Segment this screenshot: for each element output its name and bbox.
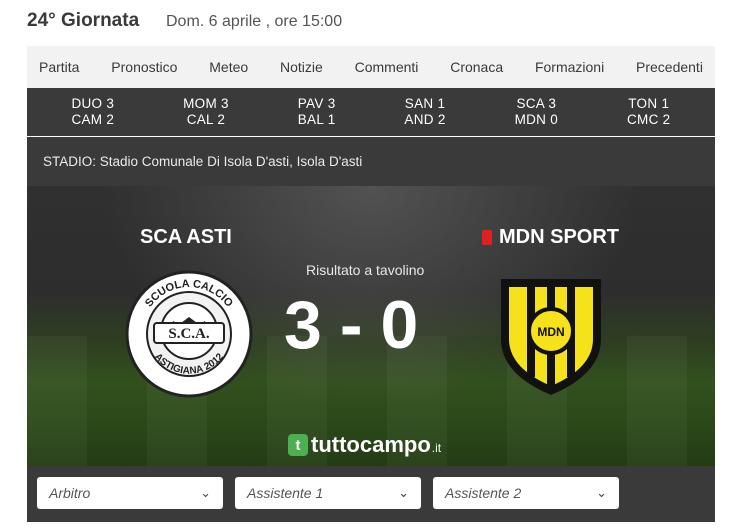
round-result-item[interactable]: MOM 3 CAL 2 — [183, 96, 229, 128]
round-result-item[interactable]: PAV 3 BAL 1 — [298, 96, 336, 128]
brand-name: tuttocampo — [311, 432, 431, 457]
assistant2-select[interactable]: Assistente 2 ⌄ — [433, 477, 619, 509]
match-header: 24° Giornata Dom. 6 aprile , ore 15:00 — [27, 8, 715, 40]
chevron-down-icon: ⌄ — [200, 485, 211, 500]
home-logo-initials: S.C.A. — [168, 326, 210, 342]
tab-formazioni[interactable]: Formazioni — [535, 59, 604, 75]
result-note: Risultato a tavolino — [306, 262, 425, 278]
chevron-down-icon: ⌄ — [398, 485, 409, 500]
result-home: SAN 1 — [404, 96, 446, 111]
scoreboard-hero: SCA ASTI MDN SPORT Risultato a tavolino … — [27, 186, 715, 466]
away-logo-text: MDN — [537, 325, 564, 339]
tab-commenti[interactable]: Commenti — [355, 59, 419, 75]
round-title: 24° Giornata — [27, 10, 140, 31]
result-away: CAM 2 — [71, 112, 115, 127]
round-result-item[interactable]: SCA 3 MDN 0 — [515, 96, 559, 128]
away-team-label: MDN SPORT — [499, 226, 619, 248]
home-team-logo[interactable]: S.C.A. SCUOLA CALCIO ASTIGIANA 2012 — [124, 269, 254, 399]
round-result-item[interactable]: SAN 1 AND 2 — [404, 96, 445, 128]
round-result-item[interactable]: TON 1 CMC 2 — [627, 96, 671, 128]
match-datetime: Dom. 6 aprile , ore 15:00 — [166, 13, 343, 30]
assistant1-select[interactable]: Assistente 1 ⌄ — [235, 477, 421, 509]
result-away: MDN 0 — [514, 112, 559, 127]
round-result-item[interactable]: DUO 3 CAM 2 — [71, 96, 114, 128]
assistant1-select-label: Assistente 1 — [247, 485, 324, 501]
result-away: CMC 2 — [626, 112, 671, 127]
result-home: SCA 3 — [516, 96, 557, 111]
result-home: PAV 3 — [297, 96, 336, 111]
tab-cronaca[interactable]: Cronaca — [450, 59, 503, 75]
result-away: BAL 1 — [297, 112, 336, 127]
home-team-name[interactable]: SCA ASTI — [140, 226, 232, 249]
result-home: DUO 3 — [71, 96, 115, 111]
score-separator: - — [339, 287, 365, 363]
officials-filters: Arbitro ⌄ Assistente 1 ⌄ Assistente 2 ⌄ — [27, 466, 715, 522]
result-away: AND 2 — [404, 112, 446, 127]
tab-meteo[interactable]: Meteo — [209, 59, 248, 75]
tab-precedenti[interactable]: Precedenti — [636, 59, 703, 75]
red-card-icon — [482, 230, 492, 245]
match-tabs: Partita Pronostico Meteo Notizie Comment… — [27, 46, 715, 88]
result-away: CAL 2 — [186, 112, 226, 127]
round-results-strip: DUO 3 CAM 2 MOM 3 CAL 2 PAV 3 BAL 1 SAN … — [27, 88, 715, 136]
referee-select-label: Arbitro — [49, 485, 91, 501]
chevron-down-icon: ⌄ — [596, 485, 607, 500]
away-team-name[interactable]: MDN SPORT — [482, 226, 619, 249]
referee-select[interactable]: Arbitro ⌄ — [37, 477, 223, 509]
stadium-info: STADIO: Stadio Comunale Di Isola D'asti,… — [43, 154, 363, 169]
final-score: 3-0 — [284, 286, 420, 364]
tab-partita[interactable]: Partita — [39, 59, 79, 75]
brand-suffix: .it — [431, 441, 442, 455]
tab-notizie[interactable]: Notizie — [280, 59, 323, 75]
tuttocampo-logo-icon: t — [288, 434, 308, 456]
away-team-logo[interactable]: MDN — [497, 269, 605, 399]
stadium-bar: STADIO: Stadio Comunale Di Isola D'asti,… — [27, 137, 715, 186]
result-home: TON 1 — [628, 96, 670, 111]
home-score: 3 — [284, 287, 324, 363]
tuttocampo-brand[interactable]: t tuttocampo .it — [288, 432, 441, 458]
assistant2-select-label: Assistente 2 — [445, 485, 522, 501]
result-home: MOM 3 — [183, 96, 229, 111]
tab-pronostico[interactable]: Pronostico — [111, 59, 177, 75]
away-score: 0 — [380, 287, 421, 363]
